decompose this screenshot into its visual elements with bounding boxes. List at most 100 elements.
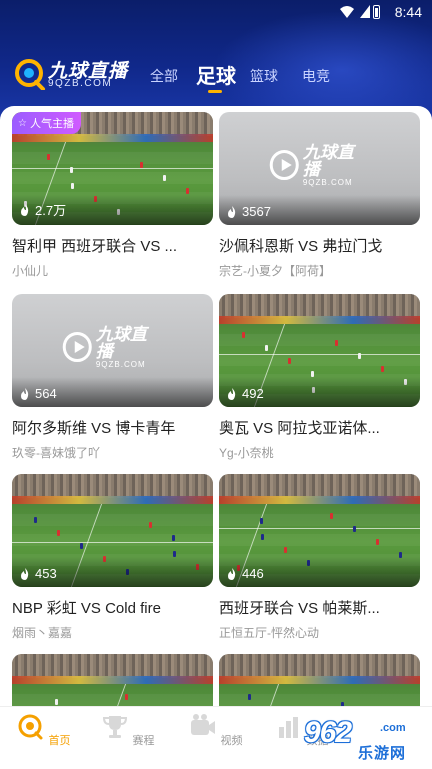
- match-title[interactable]: 奥瓦 VS 阿拉戈亚诺体...: [219, 417, 415, 438]
- match-title[interactable]: 阿尔多斯维 VS 博卡青年: [12, 417, 208, 438]
- watermark-number: 962: [304, 716, 352, 749]
- pitch-line: [219, 354, 420, 355]
- ad-boards: [12, 496, 213, 504]
- flame-icon: [228, 567, 236, 580]
- match-title[interactable]: 智利甲 西班牙联合 VS ...: [12, 235, 208, 256]
- stream-thumbnail[interactable]: 492: [219, 294, 420, 407]
- viewer-count: 446: [227, 566, 264, 581]
- player-figure: [140, 162, 143, 168]
- player-figure: [186, 188, 189, 194]
- stream-thumbnail[interactable]: 2.7万 ☆ 人气主播: [12, 112, 213, 225]
- logo-subtext: 9QZB.COM: [48, 78, 113, 89]
- stream-thumbnail[interactable]: 446: [219, 474, 420, 587]
- viewer-count-value: 453: [35, 566, 57, 581]
- pitch-stripe: [219, 514, 420, 526]
- player-figure: [149, 522, 152, 528]
- player-figure: [376, 539, 379, 545]
- pitch-stripe: [12, 152, 213, 164]
- stadium-crowd: [219, 474, 420, 498]
- status-time: 8:44: [394, 4, 422, 20]
- player-figure: [70, 167, 73, 173]
- viewer-count-value: 446: [242, 566, 264, 581]
- player-figure: [330, 513, 333, 519]
- stream-thumbnail[interactable]: [219, 654, 420, 706]
- viewer-count: 453: [20, 566, 57, 581]
- viewer-count-value: 492: [242, 386, 264, 401]
- stream-card[interactable]: 2.7万 ☆ 人气主播 智利甲 西班牙联合 VS ... 小仙儿: [12, 112, 213, 279]
- play-icon: [62, 332, 92, 363]
- match-title[interactable]: NBP 彩虹 VS Cold fire: [12, 597, 208, 618]
- ad-boards: [219, 496, 420, 504]
- app-header: 8:44 九球直播 9QZB.COM 全部 足球 篮球 电竞: [0, 0, 432, 120]
- placeholder-text: 九球直播: [302, 142, 354, 179]
- nav-schedule-label: 赛程: [132, 735, 155, 747]
- badge-label: 人气主播: [29, 118, 74, 130]
- match-title[interactable]: 西班牙联合 VS 帕莱斯...: [219, 597, 415, 618]
- viewer-count-value: 2.7万: [35, 203, 67, 218]
- stream-thumbnail[interactable]: 453: [12, 474, 213, 587]
- star-icon: ☆: [18, 117, 27, 129]
- placeholder-logo: 九球直播 9QZB.COM: [269, 144, 370, 187]
- stream-list[interactable]: 2.7万 ☆ 人气主播 智利甲 西班牙联合 VS ... 小仙儿 九球直播 9QZB.COM…: [0, 106, 432, 706]
- status-bar: 8:44: [0, 0, 432, 24]
- player-figure: [358, 353, 361, 359]
- nav-home-label: 首页: [48, 735, 71, 747]
- player-figure: [47, 154, 50, 160]
- player-figure: [260, 518, 263, 524]
- stream-thumbnail[interactable]: 九球直播 9QZB.COM 564: [12, 294, 213, 407]
- flame-icon: [228, 205, 236, 218]
- player-figure: [172, 535, 175, 541]
- pitch-stripe: [219, 354, 420, 366]
- stream-card[interactable]: 453 NBP 彩虹 VS Cold fire 烟雨丶嘉嘉: [12, 474, 213, 641]
- pitch-stripe: [12, 534, 213, 546]
- placeholder-subtext: 9QZB.COM: [302, 177, 353, 187]
- stream-card[interactable]: 446 西班牙联合 VS 帕莱斯... 正恒五厅-怦然心动: [219, 474, 420, 641]
- player-figure: [248, 694, 251, 700]
- stream-card[interactable]: 492 奥瓦 VS 阿拉戈亚诺体... Yg-小奈桃: [219, 294, 420, 461]
- viewer-count: 2.7万: [20, 200, 66, 219]
- player-figure: [381, 366, 384, 372]
- nav-schedule[interactable]: 赛程: [98, 713, 158, 748]
- pitch-line: [12, 168, 213, 169]
- viewer-count-value: 564: [35, 386, 57, 401]
- player-figure: [163, 175, 166, 181]
- tab-football[interactable]: 足球: [196, 60, 236, 89]
- stadium-crowd: [12, 654, 213, 678]
- viewer-count: 3567: [227, 204, 271, 219]
- ad-boards: [219, 676, 420, 684]
- stream-card[interactable]: [219, 654, 420, 706]
- flame-icon: [21, 567, 29, 580]
- streamer-name: Yg-小奈桃: [219, 446, 274, 460]
- player-figure: [353, 526, 356, 532]
- flame-icon: [21, 203, 29, 216]
- nav-home[interactable]: 首页: [14, 713, 74, 748]
- player-figure: [335, 340, 338, 346]
- tab-esports[interactable]: 电竞: [302, 66, 330, 86]
- wifi-icon: [340, 6, 354, 18]
- stadium-crowd: [219, 294, 420, 318]
- tab-basketball[interactable]: 篮球: [250, 66, 278, 86]
- streamer-name: 宗艺-小夏夕【阿荷】: [219, 264, 331, 278]
- placeholder-subtext: 9QZB.COM: [95, 359, 146, 369]
- placeholder-text: 九球直播: [95, 324, 147, 361]
- popular-streamer-badge: ☆ 人气主播: [12, 112, 81, 134]
- signal-icon: [360, 5, 370, 18]
- viewer-count: 492: [227, 386, 264, 401]
- stream-thumbnail[interactable]: [12, 654, 213, 706]
- trophy-icon: [103, 716, 128, 738]
- play-icon: [269, 150, 299, 181]
- flame-icon: [228, 387, 236, 400]
- player-figure: [55, 699, 58, 705]
- tab-all[interactable]: 全部: [150, 66, 178, 86]
- stadium-crowd: [12, 474, 213, 498]
- streamer-name: 烟雨丶嘉嘉: [12, 626, 73, 640]
- player-figure: [34, 517, 37, 523]
- ad-boards: [12, 134, 213, 142]
- player-figure: [265, 345, 268, 351]
- nav-video[interactable]: 视频: [186, 713, 246, 748]
- stream-thumbnail[interactable]: 九球直播 9QZB.COM 3567: [219, 112, 420, 225]
- stream-card[interactable]: 九球直播 9QZB.COM 3567 沙佩科恩斯 VS 弗拉门戈宗艺-小夏夕【阿荷】: [219, 112, 420, 279]
- match-title[interactable]: 沙佩科恩斯 VS 弗拉门戈: [219, 235, 415, 256]
- stream-card[interactable]: [12, 654, 213, 706]
- stream-card[interactable]: 九球直播 9QZB.COM 564 阿尔多斯维 VS 博卡青年 玖零-喜妹饿了吖: [12, 294, 213, 461]
